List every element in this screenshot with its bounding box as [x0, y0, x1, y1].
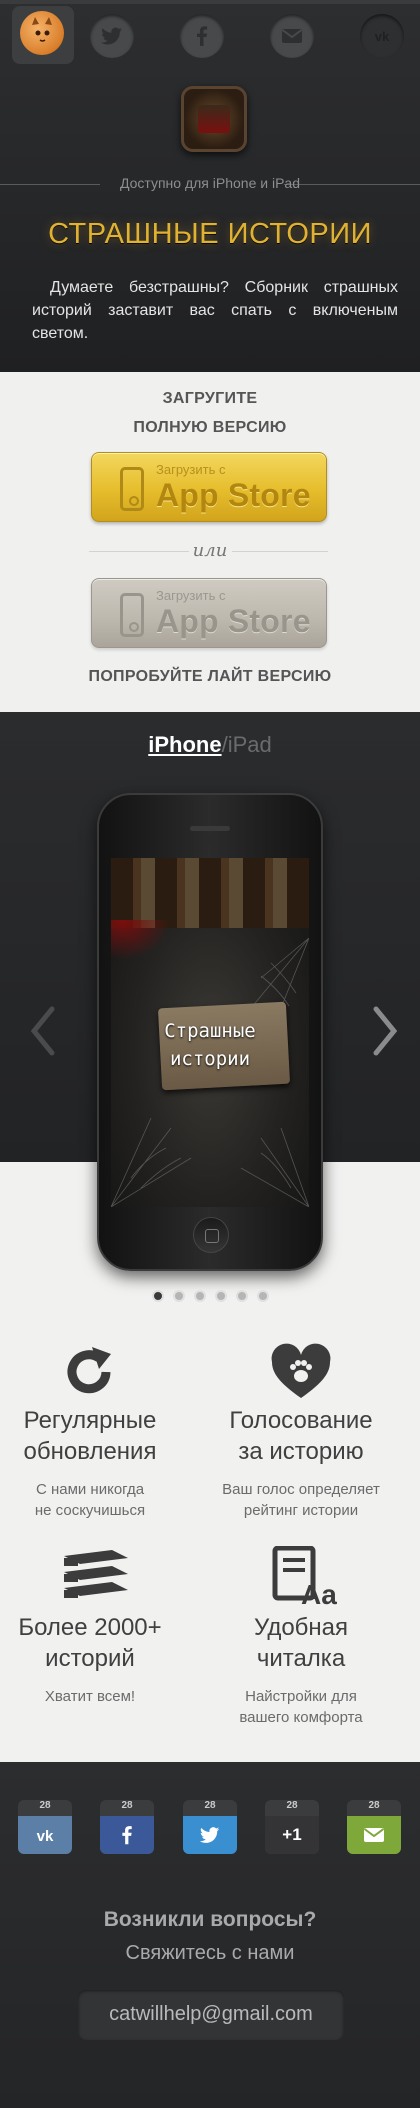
- feature-title-line1: Удобная: [253, 1614, 349, 1641]
- feature-subtitle-line1: Найстройки для: [245, 1688, 357, 1705]
- feature-subtitle-line2: рейтинг истории: [243, 1502, 359, 1519]
- download-heading-line2: ПОЛНУЮ ВЕРСИЮ: [133, 419, 287, 436]
- feature-title-line2: за историю: [238, 1438, 364, 1465]
- feature-title: Удобная читалка: [196, 1612, 406, 1674]
- store-button-small-label: Загрузить с: [156, 462, 226, 477]
- feature-subtitle: Ваш голос определяет рейтинг истории: [196, 1479, 406, 1521]
- carousel-dot[interactable]: [172, 1290, 185, 1302]
- app-description: Думаете безстрашны? Сборник страшных ист…: [32, 279, 398, 342]
- feature-title-line2: читалка: [256, 1645, 346, 1672]
- cat-logo-icon: [20, 11, 64, 55]
- shelf-illustration: [111, 858, 309, 928]
- vk-nav-button[interactable]: vk: [360, 14, 404, 58]
- books-icon: [62, 1546, 132, 1606]
- feature-title-line2: историй: [45, 1645, 135, 1672]
- vk-icon: vk: [18, 1816, 72, 1854]
- store-button-label: App Store: [156, 477, 311, 513]
- page-title: СТРАШНЫЕ ИСТОРИИ: [48, 218, 372, 250]
- heart-paw-icon: [266, 1342, 336, 1402]
- phone-camera: [205, 836, 213, 844]
- mail-nav-button[interactable]: [270, 14, 314, 58]
- carousel-dots: [0, 1290, 420, 1304]
- contact-question: Возникли вопросы?: [103, 1908, 317, 1931]
- share-vk-button[interactable]: 28 vk: [18, 1800, 72, 1854]
- feature-subtitle-line1: С нами никогда: [35, 1481, 145, 1498]
- feature-title-line1: Голосование: [229, 1407, 373, 1434]
- share-count: 28: [121, 1800, 133, 1811]
- feature-title-line1: Регулярные: [23, 1407, 157, 1434]
- reader-icon: Aa: [271, 1545, 341, 1610]
- share-facebook-button[interactable]: 28: [100, 1800, 154, 1854]
- svg-text:vk: vk: [37, 1828, 54, 1845]
- store-button-small-label: Загрузить с: [156, 588, 226, 603]
- feature-subtitle-line2: вашего комфорта: [239, 1709, 363, 1726]
- download-heading-line1: ЗАГРУГИТЕ: [162, 390, 258, 407]
- svg-text:Aa: Aa: [301, 1579, 337, 1606]
- feature-subtitle: Хватит всем!: [0, 1686, 195, 1707]
- availability-text: Доступно для iPhone и iPad: [119, 175, 300, 191]
- mail-icon: [281, 29, 303, 43]
- refresh-icon: [55, 1342, 125, 1402]
- lite-version-label: ПОПРОБУЙТЕ ЛАЙТ ВЕРСИЮ: [88, 668, 332, 685]
- feature-title: Регулярные обновления: [0, 1405, 195, 1467]
- feature-title: Более 2000+ историй: [0, 1612, 195, 1674]
- share-count: 28: [368, 1800, 380, 1811]
- facebook-nav-button[interactable]: [180, 14, 224, 58]
- store-button-label: App Store: [156, 603, 311, 639]
- carousel-dot[interactable]: [193, 1290, 206, 1302]
- prev-slide-button[interactable]: [28, 1005, 58, 1057]
- facebook-icon: [197, 26, 208, 46]
- screen-title-line2: истории: [169, 1048, 251, 1070]
- blood-illustration: [111, 920, 171, 960]
- next-slide-button[interactable]: [370, 1005, 400, 1057]
- app-store-full-button[interactable]: Загрузить с App Store: [91, 452, 327, 522]
- carousel-dot[interactable]: [235, 1290, 248, 1302]
- phone-home-button: [193, 1217, 229, 1253]
- feature-title-line2: обновления: [23, 1438, 157, 1465]
- or-separator: или: [192, 540, 228, 561]
- feature-subtitle: С нами никогда не соскучишься: [0, 1479, 195, 1521]
- share-count: 28: [39, 1800, 51, 1811]
- feature-subtitle-line1: Хватит всем!: [44, 1688, 136, 1705]
- share-count: 28: [286, 1800, 298, 1811]
- mail-icon: [347, 1816, 401, 1854]
- email-link[interactable]: catwillhelp@gmail.com: [78, 2003, 344, 2026]
- screen-title: Страшные истории: [150, 1017, 270, 1073]
- device-tabs: iPhone/iPad: [0, 732, 420, 758]
- feature-subtitle-line2: не соскучишься: [34, 1502, 146, 1519]
- phone-speaker: [190, 826, 230, 831]
- tab-iphone[interactable]: iPhone: [148, 732, 221, 757]
- feature-title-line1: Более 2000+: [18, 1614, 162, 1641]
- chevron-left-icon: [30, 1006, 55, 1056]
- tab-ipad[interactable]: iPad: [228, 732, 272, 757]
- feature-subtitle-line1: Ваш голос определяет: [222, 1481, 380, 1498]
- feature-subtitle: Найстройки для вашего комфорта: [196, 1686, 406, 1728]
- app-icon: [181, 86, 247, 152]
- carousel-dot[interactable]: [256, 1290, 269, 1302]
- twitter-icon: [183, 1816, 237, 1854]
- feature-title: Голосование за историю: [196, 1405, 406, 1467]
- share-google-plus-button[interactable]: 28 +1: [265, 1800, 319, 1854]
- chevron-right-icon: [373, 1006, 398, 1056]
- carousel-dot[interactable]: [214, 1290, 227, 1302]
- contact-cta: Свяжитесь с нами: [125, 1942, 295, 1964]
- facebook-icon: [100, 1816, 154, 1854]
- vk-icon: vk: [375, 29, 390, 44]
- app-store-lite-button[interactable]: Загрузить с App Store: [91, 578, 327, 648]
- share-mail-button[interactable]: 28: [347, 1800, 401, 1854]
- share-count: 28: [204, 1800, 216, 1811]
- screen-title-line1: Страшные: [164, 1020, 256, 1042]
- svg-text:vk: vk: [375, 29, 390, 44]
- google-plus-icon: +1: [265, 1816, 319, 1854]
- iphone-icon: [120, 467, 144, 511]
- twitter-nav-button[interactable]: [90, 14, 134, 58]
- iphone-icon: [120, 593, 144, 637]
- twitter-icon: [101, 27, 122, 45]
- carousel-dot[interactable]: [151, 1290, 164, 1302]
- share-twitter-button[interactable]: 28: [183, 1800, 237, 1854]
